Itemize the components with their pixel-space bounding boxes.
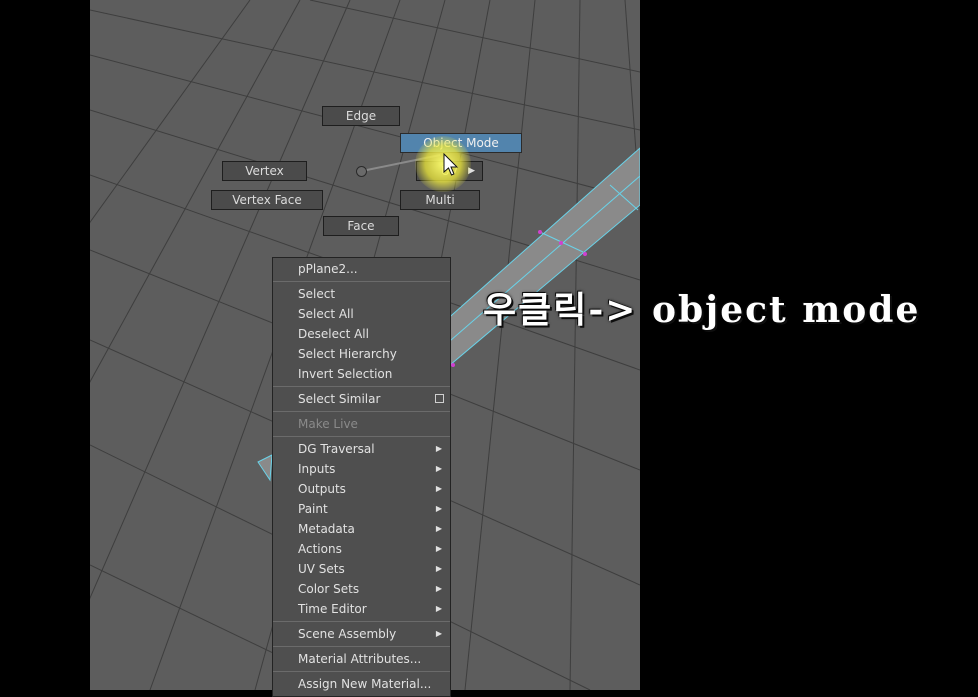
menu-item-label: Assign New Material... bbox=[298, 677, 432, 691]
menu-item-select-hierarchy[interactable]: Select Hierarchy bbox=[273, 344, 450, 364]
marking-menu-center-icon bbox=[356, 166, 367, 177]
menu-item-dg-traversal[interactable]: DG Traversal ▶ bbox=[273, 439, 450, 459]
tutorial-annotation: 우클릭-> object mode bbox=[483, 289, 921, 331]
menu-item-label: Select All bbox=[298, 307, 354, 321]
menu-item-label: Select bbox=[298, 287, 336, 301]
menu-item-color-sets[interactable]: Color Sets ▶ bbox=[273, 579, 450, 599]
submenu-arrow-icon: ▶ bbox=[435, 444, 442, 453]
menu-item-scene-assembly[interactable]: Scene Assembly ▶ bbox=[273, 624, 450, 644]
menu-item-label: UV Sets bbox=[298, 562, 345, 576]
menu-item-make-live: Make Live bbox=[273, 414, 450, 434]
menu-divider bbox=[273, 671, 450, 672]
submenu-arrow-icon: ▶ bbox=[435, 484, 442, 493]
menu-divider bbox=[273, 411, 450, 412]
menu-item-label: DG Traversal bbox=[298, 442, 375, 456]
menu-item-label: Actions bbox=[298, 542, 342, 556]
menu-item-deselect-all[interactable]: Deselect All bbox=[273, 324, 450, 344]
mouse-cursor-icon bbox=[443, 153, 459, 176]
menu-item-select-similar[interactable]: Select Similar bbox=[273, 389, 450, 409]
menu-item-uv-sets[interactable]: UV Sets ▶ bbox=[273, 559, 450, 579]
menu-item-object-name[interactable]: pPlane2... bbox=[273, 259, 450, 279]
menu-divider bbox=[273, 386, 450, 387]
menu-divider bbox=[273, 436, 450, 437]
menu-item-label: Paint bbox=[298, 502, 328, 516]
menu-item-paint[interactable]: Paint ▶ bbox=[273, 499, 450, 519]
submenu-arrow-icon: ▶ bbox=[435, 524, 442, 533]
face-button[interactable]: Face bbox=[323, 216, 399, 236]
option-box-icon[interactable] bbox=[435, 394, 444, 403]
menu-item-label: pPlane2... bbox=[298, 262, 358, 276]
menu-item-inputs[interactable]: Inputs ▶ bbox=[273, 459, 450, 479]
multi-button[interactable]: Multi bbox=[400, 190, 480, 210]
menu-item-select[interactable]: Select bbox=[273, 284, 450, 304]
vertex-button[interactable]: Vertex bbox=[222, 161, 307, 181]
menu-item-material-attributes[interactable]: Material Attributes... bbox=[273, 649, 450, 669]
menu-item-label: Invert Selection bbox=[298, 367, 393, 381]
menu-item-label: Select Similar bbox=[298, 392, 381, 406]
submenu-arrow-icon: ▶ bbox=[435, 544, 442, 553]
edge-button[interactable]: Edge bbox=[322, 106, 400, 126]
menu-item-label: Deselect All bbox=[298, 327, 369, 341]
menu-item-label: Color Sets bbox=[298, 582, 360, 596]
menu-item-label: Material Attributes... bbox=[298, 652, 422, 666]
menu-item-label: Scene Assembly bbox=[298, 627, 397, 641]
menu-item-label: Outputs bbox=[298, 482, 346, 496]
submenu-arrow-icon: ▶ bbox=[435, 604, 442, 613]
submenu-arrow-icon: ▶ bbox=[435, 629, 442, 638]
menu-divider bbox=[273, 281, 450, 282]
submenu-arrow-icon: ▶ bbox=[435, 564, 442, 573]
submenu-arrow-icon: ▶ bbox=[435, 504, 442, 513]
menu-item-time-editor[interactable]: Time Editor ▶ bbox=[273, 599, 450, 619]
menu-item-label: Inputs bbox=[298, 462, 336, 476]
menu-item-label: Time Editor bbox=[298, 602, 367, 616]
menu-divider bbox=[273, 646, 450, 647]
menu-item-actions[interactable]: Actions ▶ bbox=[273, 539, 450, 559]
menu-item-invert-selection[interactable]: Invert Selection bbox=[273, 364, 450, 384]
submenu-arrow-icon: ▶ bbox=[435, 584, 442, 593]
menu-item-assign-new-material[interactable]: Assign New Material... bbox=[273, 674, 450, 694]
vertex-face-button[interactable]: Vertex Face bbox=[211, 190, 323, 210]
menu-item-label: Metadata bbox=[298, 522, 355, 536]
menu-item-select-all[interactable]: Select All bbox=[273, 304, 450, 324]
context-menu: pPlane2... Select Select All Deselect Al… bbox=[272, 257, 451, 697]
menu-item-label: Select Hierarchy bbox=[298, 347, 397, 361]
menu-item-outputs[interactable]: Outputs ▶ bbox=[273, 479, 450, 499]
submenu-arrow-icon: ▶ bbox=[435, 464, 442, 473]
menu-item-label: Make Live bbox=[298, 417, 358, 431]
menu-item-metadata[interactable]: Metadata ▶ bbox=[273, 519, 450, 539]
menu-divider bbox=[273, 621, 450, 622]
